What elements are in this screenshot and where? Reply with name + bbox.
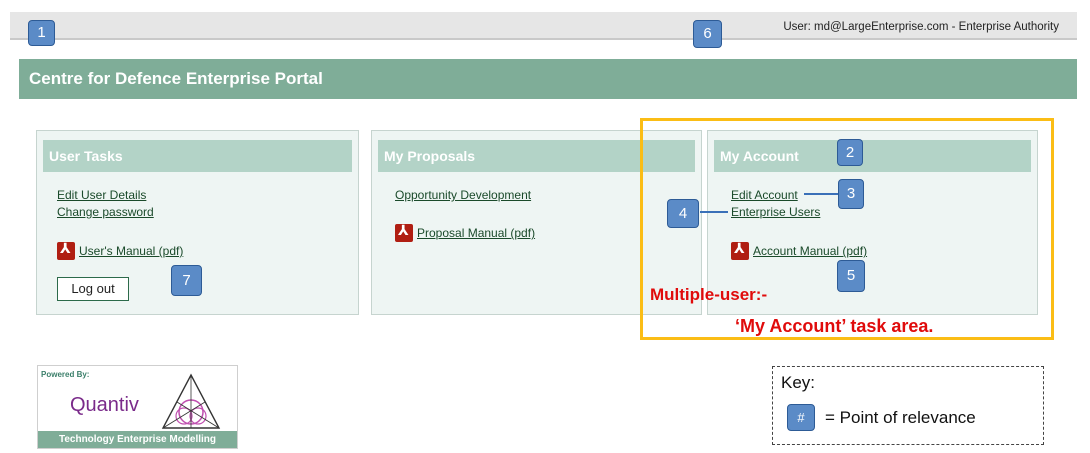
badge-6: 6 — [693, 20, 722, 48]
badge-7: 7 — [171, 265, 202, 296]
change-password-link[interactable]: Change password — [57, 205, 154, 219]
key-legend: Key: # = Point of relevance — [772, 366, 1044, 445]
pdf-icon — [395, 223, 413, 242]
logo-powered-by: Powered By: — [41, 370, 90, 379]
users-manual-link[interactable]: User's Manual (pdf) — [79, 244, 183, 258]
quantiv-logo: Powered By: Quantiv Technology Enterpris… — [37, 365, 238, 449]
logo-strip: Technology Enterprise Modelling — [38, 431, 237, 448]
multi-user-annotation-line2: ‘My Account’ task area. — [735, 316, 934, 336]
badge-4: 4 — [667, 199, 699, 228]
triangle-logo-icon — [161, 373, 221, 429]
user-info: User: md@LargeEnterprise.com - Enterpris… — [783, 21, 1059, 33]
key-badge: # — [787, 404, 815, 431]
key-text: = Point of relevance — [825, 408, 976, 427]
portal-header: Centre for Defence Enterprise Portal — [19, 59, 1077, 99]
top-bar: User: md@LargeEnterprise.com - Enterpris… — [10, 12, 1077, 40]
edit-user-details-link[interactable]: Edit User Details — [57, 188, 146, 202]
opportunity-development-link[interactable]: Opportunity Development — [395, 188, 531, 202]
user-tasks-title: User Tasks — [43, 140, 352, 172]
callout-line-3 — [804, 193, 838, 195]
badge-1: 1 — [28, 20, 55, 46]
pdf-icon — [57, 241, 75, 260]
logo-name: Quantiv — [70, 394, 139, 416]
callout-line-4 — [700, 211, 728, 213]
key-title: Key: — [781, 373, 816, 392]
badge-5: 5 — [837, 260, 865, 292]
logout-button[interactable]: Log out — [57, 277, 129, 301]
badge-2: 2 — [837, 139, 863, 166]
badge-3: 3 — [838, 179, 864, 209]
page-title: Centre for Defence Enterprise Portal — [29, 69, 323, 88]
multi-user-annotation-line1: Multiple-user:- — [650, 285, 768, 304]
proposal-manual-link[interactable]: Proposal Manual (pdf) — [417, 226, 535, 240]
